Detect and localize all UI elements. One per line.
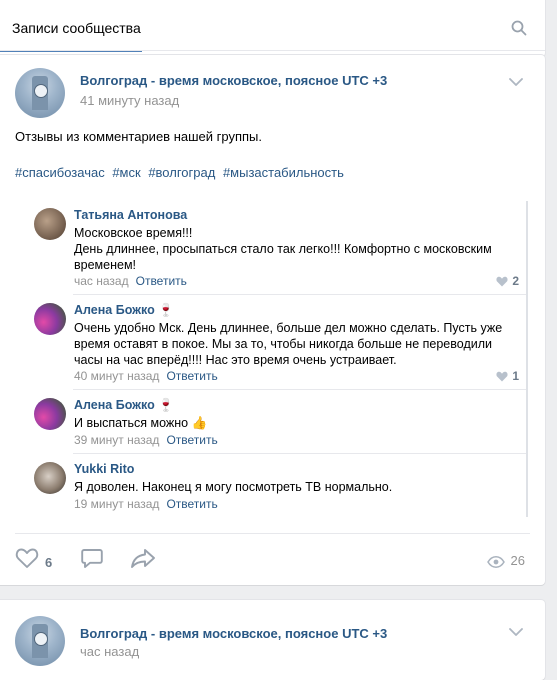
hashtag-link[interactable]: #волгоград — [148, 165, 215, 180]
comment-like-button[interactable]: 2 — [496, 274, 519, 288]
comment-meta: 19 минут назад Ответить — [74, 497, 218, 511]
post-time[interactable]: час назад — [80, 644, 139, 659]
comment-divider — [73, 453, 526, 454]
commenter-avatar[interactable] — [34, 303, 66, 335]
comment-meta: 40 минут назад Ответить — [74, 369, 218, 383]
clock-graphic — [34, 84, 48, 98]
comment-line: Я доволен. Наконец я могу посмотреть ТВ … — [74, 480, 393, 494]
chevron-down-icon[interactable] — [509, 78, 523, 87]
comment-line: День длиннее, просыпаться стало так легк… — [74, 242, 492, 256]
hashtags: #спасибозачас #мск #волгоград #мызастаби… — [15, 165, 348, 180]
comment-author[interactable]: Алена Божко 🍷 — [74, 303, 174, 318]
comment-author-name: Алена Божко — [74, 303, 155, 317]
commenter-avatar[interactable] — [34, 208, 66, 240]
group-avatar[interactable] — [15, 616, 65, 666]
comment-line: И выспаться можно 👍 — [74, 416, 208, 430]
group-avatar[interactable] — [15, 68, 65, 118]
comment-time[interactable]: 40 минут назад — [74, 369, 159, 383]
reply-link[interactable]: Ответить — [136, 274, 187, 288]
comment-meta: 39 минут назад Ответить — [74, 433, 218, 447]
share-arrow-icon[interactable] — [130, 547, 156, 569]
hashtag-link[interactable]: #спасибозачас — [15, 165, 105, 180]
tabs-header: Записи сообщества — [0, 0, 545, 57]
group-name-link[interactable]: Волгоград - время московское, поясное UT… — [80, 626, 387, 641]
comment-time[interactable]: 19 минут назад — [74, 497, 159, 511]
comment-like-count: 1 — [512, 369, 519, 383]
tab-label: Записи сообщества — [12, 20, 141, 36]
heart-icon — [496, 371, 508, 382]
views-counter: 26 — [486, 553, 525, 568]
comment-author-name: Алена Божко — [74, 398, 155, 412]
tab-community-posts[interactable]: Записи сообщества — [0, 0, 142, 52]
views-count: 26 — [510, 553, 525, 568]
comment-divider — [73, 389, 526, 390]
post: Волгоград - время московское, поясное UT… — [0, 600, 545, 680]
comment-text: Московское время!!! День длиннее, просып… — [74, 225, 504, 273]
like-heart-icon[interactable] — [15, 547, 39, 569]
comment-line: Московское время!!! — [74, 226, 193, 240]
comment-bubble-icon[interactable] — [80, 547, 104, 569]
commenter-avatar[interactable] — [34, 398, 66, 430]
comment-author[interactable]: Yukki Rito — [74, 462, 134, 476]
comment-line: Очень удобно Мск. День длиннее, больше д… — [74, 321, 503, 335]
comments-list: Татьяна Антонова Московское время!!! Ден… — [23, 201, 528, 517]
comment: Yukki Rito Я доволен. Наконец я могу пос… — [23, 455, 519, 517]
comment-divider — [73, 294, 526, 295]
comment-line: часы на час вперёд!!!! Нас это время оче… — [74, 353, 397, 367]
hashtag-link[interactable]: #мск — [112, 165, 140, 180]
comment: Алена Божко 🍷 И выспаться можно 👍 39 мин… — [23, 391, 519, 451]
comment-time[interactable]: час назад — [74, 274, 129, 288]
comment: Алена Божко 🍷 Очень удобно Мск. День дли… — [23, 296, 519, 388]
reply-link[interactable]: Ответить — [166, 369, 217, 383]
actions-divider — [15, 533, 530, 534]
post-text: Отзывы из комментариев нашей группы. — [15, 129, 262, 144]
comment-author[interactable]: Татьяна Антонова — [74, 208, 187, 222]
emoji: 🍷 — [158, 398, 174, 412]
reply-link[interactable]: Ответить — [166, 433, 217, 447]
comment-author[interactable]: Алена Божко 🍷 — [74, 398, 174, 413]
comment-text: И выспаться можно 👍 — [74, 415, 504, 431]
comment-text: Очень удобно Мск. День длиннее, больше д… — [74, 320, 504, 368]
comment-meta: час назад Ответить — [74, 274, 187, 288]
emoji: 🍷 — [158, 303, 174, 317]
chevron-down-icon[interactable] — [509, 628, 523, 637]
commenter-avatar[interactable] — [34, 462, 66, 494]
like-count: 6 — [45, 555, 53, 570]
tabs-divider — [0, 50, 545, 51]
comment-like-count: 2 — [512, 274, 519, 288]
reply-link[interactable]: Ответить — [166, 497, 217, 511]
eye-icon — [486, 556, 505, 568]
comment: Татьяна Антонова Московское время!!! Ден… — [23, 201, 519, 293]
post: Волгоград - время московское, поясное UT… — [0, 55, 545, 585]
group-name-link[interactable]: Волгоград - время московское, поясное UT… — [80, 73, 387, 88]
clock-graphic — [34, 632, 48, 646]
comment-line: временем! — [74, 258, 137, 272]
search-icon[interactable] — [511, 20, 527, 36]
comment-line: время оставят в покое. Мы за то, чтобы н… — [74, 337, 492, 351]
comment-like-button[interactable]: 1 — [496, 369, 519, 383]
heart-icon — [496, 276, 508, 287]
hashtag-link[interactable]: #мызастабильность — [223, 165, 344, 180]
post-time[interactable]: 41 минуту назад — [80, 93, 179, 108]
comment-time[interactable]: 39 минут назад — [74, 433, 159, 447]
comment-text: Я доволен. Наконец я могу посмотреть ТВ … — [74, 479, 504, 495]
